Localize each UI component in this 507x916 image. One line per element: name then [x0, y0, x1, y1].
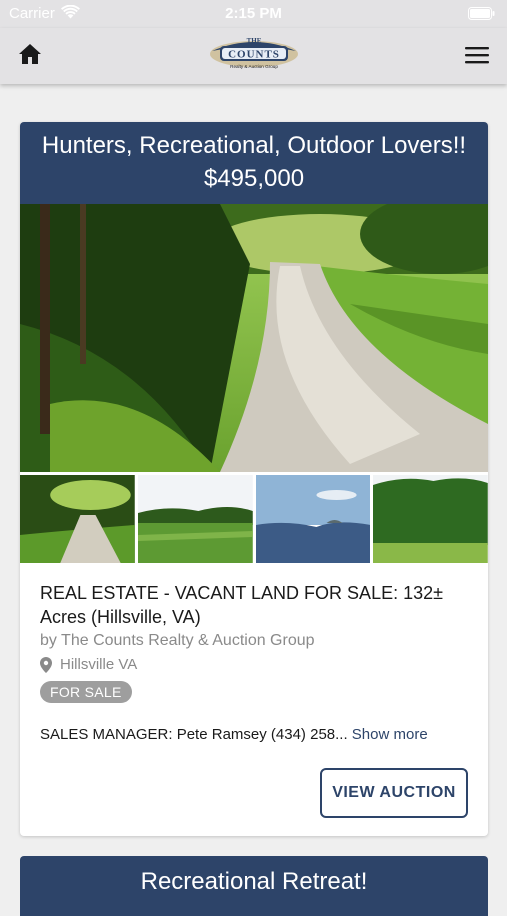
listing-location: Hillsville VA — [40, 656, 468, 673]
status-badge: FOR SALE — [40, 681, 132, 703]
listing-card[interactable]: Hunters, Recreational, Outdoor Lovers!! … — [20, 122, 488, 836]
listing-headline: Hunters, Recreational, Outdoor Lovers!! — [41, 132, 467, 159]
logo-name-text: COUNTS — [228, 49, 280, 61]
thumbnail-1[interactable] — [20, 475, 135, 563]
next-listing-card[interactable]: Recreational Retreat! — [20, 856, 488, 916]
location-text: Hillsville VA — [60, 656, 138, 673]
road-photo — [20, 204, 488, 472]
listing-details: REAL ESTATE - VACANT LAND FOR SALE: 132±… — [20, 563, 488, 743]
location-pin-icon — [40, 656, 52, 673]
hamburger-menu-icon[interactable] — [465, 46, 489, 64]
listing-main-photo[interactable] — [20, 204, 488, 472]
status-bar: Carrier 2:15 PM — [0, 0, 507, 28]
listing-price: $495,000 — [203, 165, 305, 192]
thumbnail-4[interactable] — [373, 475, 488, 563]
next-listing-headline: Recreational Retreat! — [140, 868, 368, 895]
logo-top-text: THE — [247, 37, 262, 45]
status-time: 2:15 PM — [225, 5, 282, 22]
company-logo: THE COUNTS Realty & Auction Group — [210, 37, 298, 69]
listing-header: Hunters, Recreational, Outdoor Lovers!! … — [20, 122, 488, 204]
battery-icon — [468, 7, 495, 20]
logo-sub-text: Realty & Auction Group — [230, 64, 278, 69]
nav-bar: THE COUNTS Realty & Auction Group — [0, 28, 507, 84]
view-auction-button[interactable]: VIEW AUCTION — [320, 768, 468, 818]
thumbnail-2[interactable] — [137, 475, 253, 563]
listing-company: by The Counts Realty & Auction Group — [40, 632, 315, 649]
listing-description: SALES MANAGER: Pete Ramsey (434) 258... … — [40, 726, 468, 743]
description-text: SALES MANAGER: Pete Ramsey (434) 258... — [40, 726, 348, 743]
home-icon[interactable] — [18, 43, 42, 65]
show-more-link[interactable]: Show more — [352, 726, 428, 743]
photo-thumbnails — [20, 475, 488, 563]
thumbnail-3[interactable] — [255, 475, 371, 563]
listing-title[interactable]: REAL ESTATE - VACANT LAND FOR SALE: 132±… — [40, 581, 468, 629]
